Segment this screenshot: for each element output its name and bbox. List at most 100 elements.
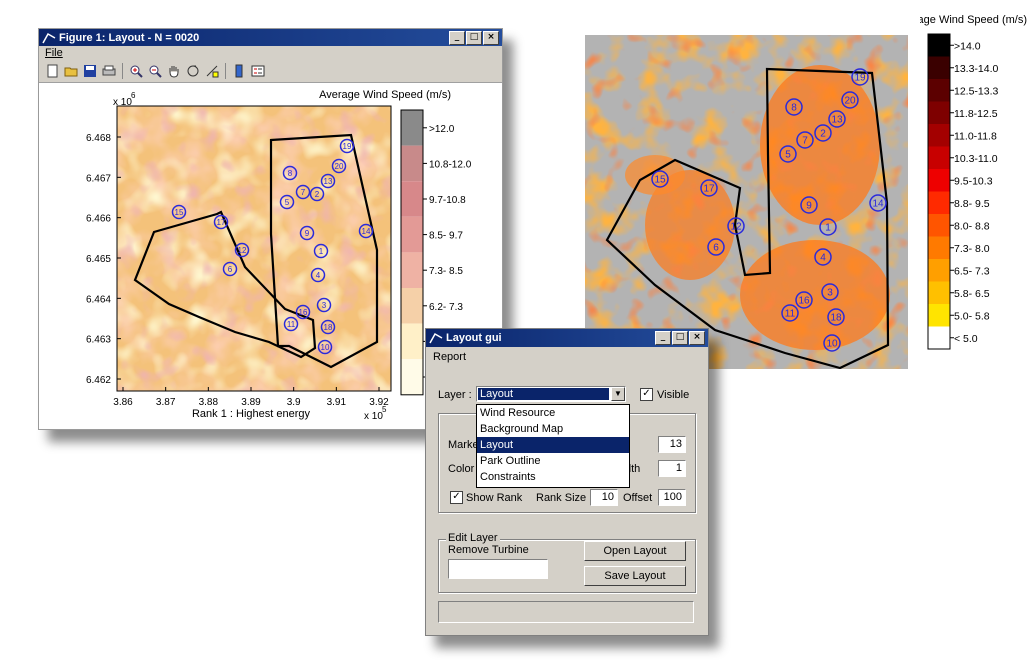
layer-option-wind-resource[interactable]: Wind Resource xyxy=(477,405,629,421)
colorbar-label: 11.8-12.5 xyxy=(954,108,998,120)
new-file-icon[interactable] xyxy=(43,62,61,80)
colorbar-label: 11.0-11.8 xyxy=(954,130,997,142)
marker-label: Marke xyxy=(448,439,479,451)
y-tick-label: 6.463 xyxy=(86,335,111,346)
save-icon[interactable] xyxy=(81,62,99,80)
open-layout-button[interactable]: Open Layout xyxy=(584,541,686,561)
figure-titlebar[interactable]: Figure 1: Layout - N = 0020 _ □ × xyxy=(39,29,502,46)
maximize-button[interactable]: □ xyxy=(672,331,688,345)
colorbar-label: 8.8- 9.5 xyxy=(954,198,990,210)
colorbar-label: 8.0- 8.8 xyxy=(954,220,990,232)
minimize-button[interactable]: _ xyxy=(655,331,671,345)
x-tick-label: 3.91 xyxy=(327,397,347,408)
right-colorbar: Average Wind Speed (m/s) >14.0 13.3-14.0 1… xyxy=(920,14,1027,350)
turbine-label: 16 xyxy=(798,296,810,307)
turbine-label: 15 xyxy=(175,208,184,217)
close-button[interactable]: × xyxy=(689,331,705,345)
colorbar-label: 7.3- 8.0 xyxy=(954,243,990,255)
line-width-field[interactable]: 1 xyxy=(658,460,686,477)
right-colorbar-swatches: >14.0 13.3-14.0 12.5-13.3 11.8-12.5 11.0-11.… xyxy=(927,33,999,350)
colorbar-label: 6.5- 7.3 xyxy=(954,265,990,277)
colorbar-label: 5.8- 6.5 xyxy=(954,288,990,300)
turbine-label: 3 xyxy=(322,301,327,310)
zoom-in-icon[interactable] xyxy=(127,62,145,80)
colorbar-swatch xyxy=(928,169,950,192)
colorbar-swatch xyxy=(401,110,423,146)
color-label: Color xyxy=(448,463,475,475)
layout-gui-titlebar[interactable]: Layout gui _ □ × xyxy=(426,329,708,347)
figure-title: Figure 1: Layout - N = 0020 xyxy=(59,31,200,44)
matlab-figure-icon xyxy=(42,32,56,43)
turbine-label: 14 xyxy=(362,227,371,236)
colorbar-label: < 5.0 xyxy=(954,333,978,345)
colorbar-label: 5.0- 5.8 xyxy=(954,310,990,322)
layer-select[interactable]: Layout ▼ xyxy=(476,386,626,402)
rotate-icon[interactable] xyxy=(184,62,202,80)
zoom-out-icon[interactable] xyxy=(146,62,164,80)
turbine-label: 5 xyxy=(785,150,791,161)
colorbar-swatch xyxy=(928,281,950,304)
offset-field[interactable]: 100 xyxy=(658,489,686,506)
layout-gui-title: Layout gui xyxy=(446,332,502,344)
remove-turbine-input[interactable] xyxy=(448,559,548,579)
toolbar-separator xyxy=(122,63,123,79)
layer-option-constraints[interactable]: Constraints xyxy=(477,469,629,485)
colorbar-label: 12.5-13.3 xyxy=(954,85,999,97)
status-bar xyxy=(438,601,694,623)
rank-size-field[interactable]: 10 xyxy=(590,489,618,506)
colorbar-swatch xyxy=(928,56,950,79)
colorbar-swatch xyxy=(928,191,950,214)
y-tick-label: 6.464 xyxy=(86,294,111,305)
pan-hand-icon[interactable] xyxy=(165,62,183,80)
maximize-button[interactable]: □ xyxy=(466,31,482,45)
marker-size-field[interactable]: 13 xyxy=(658,436,686,453)
data-cursor-icon[interactable] xyxy=(203,62,221,80)
x-tick-label: 3.89 xyxy=(241,397,261,408)
minimize-button[interactable]: _ xyxy=(449,31,465,45)
colorbar-swatch xyxy=(928,146,950,169)
turbine-label: 13 xyxy=(324,177,333,186)
turbine-label: 3 xyxy=(827,288,833,299)
matlab-figure-icon xyxy=(429,332,443,344)
colorbar-label: >12.0 xyxy=(429,124,455,135)
save-layout-button[interactable]: Save Layout xyxy=(584,566,686,586)
colorbar-swatch xyxy=(928,304,950,327)
colorbar-label: 10.3-11.0 xyxy=(954,153,998,165)
x-multiplier: x 10 xyxy=(364,411,383,422)
offset-label: Offset xyxy=(623,492,653,504)
rank-size-label: Rank Size xyxy=(536,492,587,504)
show-rank-checkbox[interactable]: ✓ xyxy=(450,491,463,504)
colorbar-swatch xyxy=(928,214,950,237)
turbine-label: 7 xyxy=(802,136,808,147)
colorbar-label: 10.8-12.0 xyxy=(429,159,472,170)
close-button[interactable]: × xyxy=(483,31,499,45)
chevron-down-icon[interactable]: ▼ xyxy=(611,387,625,401)
print-icon[interactable] xyxy=(100,62,118,80)
x-tick-label: 3.86 xyxy=(113,397,133,408)
layer-dropdown-list[interactable]: Wind Resource Background Map Layout Park… xyxy=(476,404,630,488)
colorbar-icon[interactable] xyxy=(230,62,248,80)
turbine-label: 19 xyxy=(343,142,352,151)
menu-report[interactable]: Report xyxy=(433,351,466,363)
turbine-label: 10 xyxy=(321,343,330,352)
turbine-label: 9 xyxy=(806,201,812,212)
colorbar-label: >14.0 xyxy=(954,40,981,52)
legend-icon[interactable] xyxy=(249,62,267,80)
layer-option-park-outline[interactable]: Park Outline xyxy=(477,453,629,469)
menu-file[interactable]: File xyxy=(45,47,63,59)
layer-option-background-map[interactable]: Background Map xyxy=(477,421,629,437)
layer-option-layout[interactable]: Layout xyxy=(477,437,629,453)
colorbar-swatch xyxy=(928,124,950,147)
turbine-label: 20 xyxy=(844,96,856,107)
open-folder-icon[interactable] xyxy=(62,62,80,80)
turbine-label: 1 xyxy=(825,223,831,234)
visible-checkbox[interactable]: ✓ xyxy=(640,388,653,401)
turbine-label: 4 xyxy=(316,271,321,280)
turbine-label: 18 xyxy=(830,313,842,324)
layer-select-value: Layout xyxy=(478,388,609,400)
turbine-label: 1 xyxy=(319,247,324,256)
turbine-label: 15 xyxy=(654,175,666,186)
colorbar-swatch xyxy=(401,181,423,217)
turbine-label: 9 xyxy=(305,229,310,238)
turbine-label: 8 xyxy=(288,169,293,178)
